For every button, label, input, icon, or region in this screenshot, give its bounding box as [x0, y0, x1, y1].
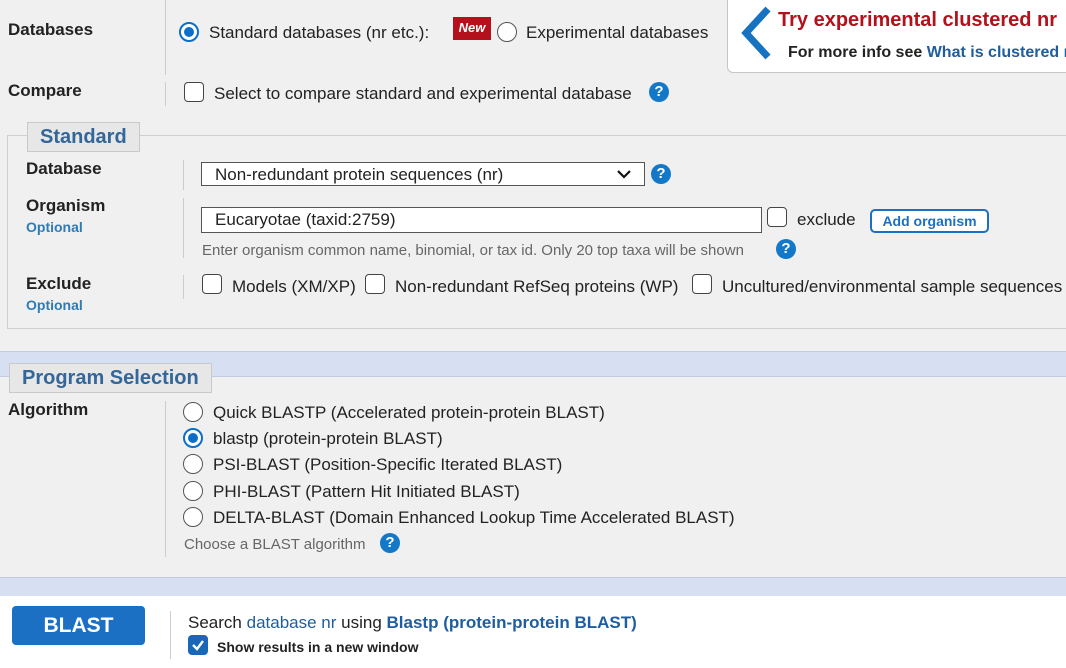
exclude-refseq-label: Non-redundant RefSeq proteins (WP): [395, 277, 679, 296]
divider: [165, 0, 166, 75]
promo-info-prefix: For more info see: [788, 44, 923, 61]
new-window-checkbox[interactable]: [188, 635, 208, 655]
new-badge: New: [453, 17, 491, 40]
chevron-down-icon: [617, 170, 631, 179]
algorithm-label: Algorithm: [8, 400, 89, 419]
compare-checkbox[interactable]: [184, 82, 204, 102]
search-database: database nr: [246, 613, 337, 632]
database-select-value: Non-redundant protein sequences (nr): [215, 165, 504, 184]
organism-input[interactable]: Eucaryotae (taxid:2759): [201, 207, 762, 233]
search-summary: Search database nr using Blastp (protein…: [188, 613, 637, 633]
promo-title: Try experimental clustered nr: [778, 9, 1058, 31]
organism-hint: Enter organism common name, binomial, or…: [202, 242, 744, 259]
algorithm-radio-delta-blast[interactable]: [183, 507, 203, 527]
database-select[interactable]: Non-redundant protein sequences (nr): [201, 162, 645, 186]
exclude-label: Exclude: [26, 274, 92, 293]
algorithm-radio-quick-blastp[interactable]: [183, 402, 203, 422]
check-icon: [192, 640, 204, 651]
standard-databases-radio[interactable]: [179, 22, 199, 42]
exclude-models-label: Models (XM/XP): [232, 277, 356, 296]
organism-exclude-label: exclude: [797, 210, 856, 229]
add-organism-button[interactable]: Add organism: [870, 209, 989, 233]
organism-optional: Optional: [26, 219, 83, 235]
algorithm-radio-phi-blast[interactable]: [183, 481, 203, 501]
experimental-databases-radio[interactable]: [497, 22, 517, 42]
help-icon[interactable]: ?: [776, 239, 796, 259]
exclude-optional: Optional: [26, 297, 83, 313]
divider: [165, 82, 166, 106]
divider: [183, 275, 184, 299]
algorithm-label-phi-blast: PHI-BLAST (Pattern Hit Initiated BLAST): [213, 482, 520, 501]
standard-databases-label: Standard databases (nr etc.):: [209, 23, 430, 42]
divider: [170, 611, 171, 659]
algorithm-label-quick-blastp: Quick BLASTP (Accelerated protein-protei…: [213, 403, 605, 422]
organism-input-value: Eucaryotae (taxid:2759): [215, 210, 396, 229]
chevron-left-icon[interactable]: [740, 5, 774, 61]
exclude-models-checkbox[interactable]: [202, 274, 222, 294]
algorithm-hint: Choose a BLAST algorithm: [184, 536, 366, 553]
blast-button[interactable]: BLAST: [12, 606, 145, 645]
section-divider-band: [0, 577, 1066, 597]
help-icon[interactable]: ?: [649, 82, 669, 102]
search-using: using: [341, 613, 382, 632]
program-selection-legend: Program Selection: [9, 363, 212, 393]
organism-exclude-checkbox[interactable]: [767, 207, 787, 227]
search-prefix: Search: [188, 613, 242, 632]
promo-info-link[interactable]: What is clustered nr: [927, 44, 1066, 61]
algorithm-radio-blastp[interactable]: [183, 428, 203, 448]
divider: [183, 198, 184, 258]
help-icon[interactable]: ?: [651, 164, 671, 184]
exclude-uncultured-label: Uncultured/environmental sample sequence…: [722, 277, 1063, 296]
promo-info: For more info see What is clustered nr: [788, 44, 1066, 62]
new-window-label: Show results in a new window: [217, 639, 419, 655]
databases-label: Databases: [8, 20, 94, 39]
algorithm-label-blastp: blastp (protein-protein BLAST): [213, 429, 443, 448]
exclude-refseq-checkbox[interactable]: [365, 274, 385, 294]
algorithm-label-psi-blast: PSI-BLAST (Position-Specific Iterated BL…: [213, 455, 563, 474]
algorithm-radio-psi-blast[interactable]: [183, 454, 203, 474]
divider: [165, 401, 166, 557]
clustered-nr-promo: Try experimental clustered nr For more i…: [727, 0, 1066, 73]
divider: [183, 160, 184, 190]
experimental-databases-label: Experimental databases: [526, 23, 709, 42]
compare-checkbox-label: Select to compare standard and experimen…: [214, 84, 632, 103]
exclude-uncultured-checkbox[interactable]: [692, 274, 712, 294]
compare-label: Compare: [8, 81, 82, 100]
help-icon[interactable]: ?: [380, 533, 400, 553]
standard-legend: Standard: [27, 122, 140, 152]
organism-label: Organism: [26, 196, 106, 215]
database-label: Database: [26, 159, 102, 178]
algorithm-label-delta-blast: DELTA-BLAST (Domain Enhanced Lookup Time…: [213, 508, 735, 527]
search-program: Blastp (protein-protein BLAST): [386, 613, 637, 632]
